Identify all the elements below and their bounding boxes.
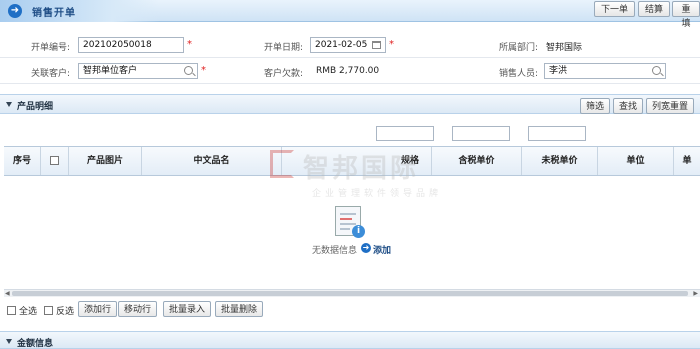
calendar-icon[interactable]	[372, 41, 381, 49]
watermark-logo-icon	[270, 150, 294, 178]
column-header-name[interactable]: 中文品名	[142, 147, 282, 175]
scrollbar-thumb[interactable]	[12, 291, 688, 296]
collapse-triangle-icon[interactable]	[6, 339, 12, 344]
scroll-left-icon[interactable]: ◀	[5, 290, 10, 297]
batch-entry-button[interactable]: 批量录入	[163, 301, 212, 317]
invert-selection-checkbox[interactable]	[44, 306, 53, 315]
watermark-sub-text: 企业管理软件领导品牌	[312, 189, 443, 199]
search-icon[interactable]	[184, 66, 193, 75]
order-no-label: 开单编号:	[30, 43, 70, 53]
page-title-tab: ➜ 销售开单	[0, 0, 160, 22]
products-section-header[interactable]: 产品明细 筛选 查找 列宽重置	[0, 94, 700, 114]
settle-button[interactable]: 结算	[638, 1, 671, 17]
form-row-1: 开单编号: 202102050018 * 开单日期: 2021-02-05 * …	[0, 34, 700, 58]
required-mark: *	[201, 65, 206, 76]
form-row-2: 关联客户: 智邦单位客户 * 客户欠款: RMB 2,770.00 销售人员: …	[0, 60, 700, 84]
column-header-net-price[interactable]: 未税单价	[522, 147, 598, 175]
column-header-checkbox[interactable]	[41, 147, 69, 175]
batch-delete-button[interactable]: 批量删除	[215, 301, 264, 317]
title-bar: ➜ 销售开单 下一单 结算 重填	[0, 0, 700, 28]
required-mark: *	[187, 39, 192, 50]
header-checkbox[interactable]	[50, 156, 59, 165]
column-header-more[interactable]: 单	[674, 147, 700, 175]
search-icon[interactable]	[652, 66, 661, 75]
move-row-button[interactable]: 移动行	[118, 301, 158, 317]
filter-button[interactable]: 筛选	[580, 98, 611, 114]
column-header-unit[interactable]: 单位	[598, 147, 674, 175]
arrears-label: 客户欠款:	[263, 69, 303, 79]
filter-input-tax-price[interactable]	[452, 126, 510, 141]
empty-data-text: 无数据信息	[312, 246, 358, 256]
amount-section-header[interactable]: 金额信息	[0, 331, 700, 349]
reset-column-width-button[interactable]: 列宽重置	[646, 98, 695, 114]
scroll-right-icon[interactable]: ▶	[693, 290, 698, 297]
required-mark: *	[389, 39, 394, 50]
filter-input-spec[interactable]	[376, 126, 434, 141]
sales-input[interactable]: 李洪	[544, 63, 666, 79]
watermark-main-text: 智邦国际	[303, 154, 420, 184]
sales-value: 李洪	[549, 66, 568, 76]
customer-input[interactable]: 智邦单位客户	[78, 63, 198, 79]
collapse-triangle-icon[interactable]	[6, 102, 12, 107]
table-footer-toolbar: 全选 反选 添加行 移动行 批量录入 批量删除	[4, 298, 700, 320]
next-order-button[interactable]: 下一单	[594, 1, 636, 17]
products-section-title: 产品明细	[17, 102, 54, 112]
select-all-checkbox[interactable]	[7, 306, 16, 315]
filter-input-net-price[interactable]	[528, 126, 586, 141]
select-all-label[interactable]: 全选	[19, 304, 37, 317]
column-header-index[interactable]: 序号	[4, 147, 41, 175]
add-link[interactable]: 添加	[373, 243, 391, 256]
order-date-label: 开单日期:	[263, 43, 303, 53]
customer-label: 关联客户:	[30, 69, 70, 79]
dept-value: 智邦国际	[546, 43, 583, 53]
order-no-input[interactable]: 202102050018	[78, 37, 184, 53]
watermark: 智邦国际 企业管理软件领导品牌	[270, 148, 490, 208]
reset-button[interactable]: 重填	[672, 1, 700, 28]
column-header-image[interactable]: 产品图片	[69, 147, 142, 175]
dept-label: 所属部门:	[498, 43, 538, 53]
add-row-button[interactable]: 添加行	[78, 301, 118, 317]
order-date-input[interactable]: 2021-02-05	[310, 37, 386, 53]
arrears-value: RMB 2,770.00	[316, 66, 380, 76]
customer-value: 智邦单位客户	[83, 66, 138, 76]
add-circle-icon[interactable]: ➜	[361, 243, 371, 253]
order-date-value: 2021-02-05	[315, 40, 368, 50]
invert-selection-label[interactable]: 反选	[56, 304, 74, 317]
page-title: 销售开单	[32, 7, 76, 19]
document-info-icon: i	[335, 206, 365, 238]
amount-section-title: 金额信息	[17, 339, 54, 349]
arrow-right-icon: ➜	[8, 4, 22, 18]
horizontal-scrollbar[interactable]: ◀ ▶	[4, 289, 700, 297]
sales-label: 销售人员:	[498, 69, 538, 79]
find-button[interactable]: 查找	[613, 98, 644, 114]
